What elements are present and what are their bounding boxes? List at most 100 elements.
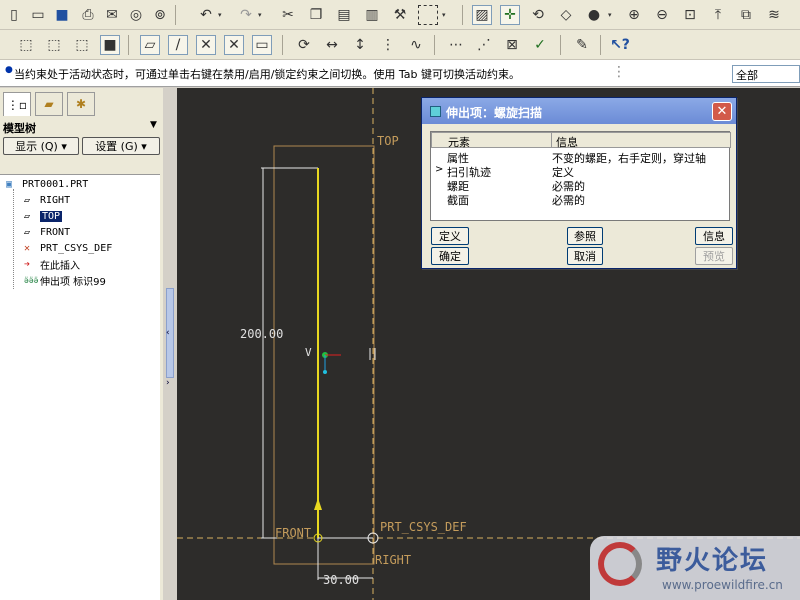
saved-view-icon[interactable]: ◇ <box>556 5 576 25</box>
message-bullet-icon: ● <box>5 65 13 75</box>
relation-icon[interactable]: ⋰ <box>474 35 494 55</box>
element-table: 元素 信息 属性 不变的螺距，右手定则，穿过轴 > 扫引轨迹 定义 螺距 必需的… <box>430 131 731 221</box>
shade-dropdown-icon[interactable]: ▾ <box>608 11 612 19</box>
favorites-icon: ✱ <box>75 97 87 111</box>
message-text: 当约束处于活动状态时，可通过单击右键在禁用/启用/锁定约束之间切换。使用 Tab… <box>14 68 521 81</box>
dimension-200-value[interactable]: 200.00 <box>240 327 283 341</box>
info-button[interactable]: 信息 <box>695 227 733 245</box>
redo-dropdown-icon[interactable]: ▾ <box>258 11 262 19</box>
model-tree-label: 模型树 <box>3 122 36 135</box>
display-icon[interactable]: ⊚ <box>150 5 170 25</box>
table-row[interactable]: 属性 不变的螺距，右手定则，穿过轴 <box>431 150 731 165</box>
regenerate-icon[interactable]: ⚒ <box>390 5 410 25</box>
datum-axis-icon[interactable]: / <box>168 35 188 55</box>
sketch-tool-icon[interactable]: ✎ <box>572 35 592 55</box>
layer-stack-icon[interactable]: ≋ <box>764 5 784 25</box>
tree-item-part[interactable]: ▣ PRT0001.PRT <box>6 177 88 192</box>
checkbox-icon[interactable]: ✓ <box>530 35 550 55</box>
select-dropdown-icon[interactable]: ▾ <box>442 11 446 19</box>
erase-icon[interactable]: ◎ <box>126 5 146 25</box>
collapse-arrow-icon[interactable]: ‹ <box>166 328 170 338</box>
grid-icon[interactable]: ⋯ <box>446 35 466 55</box>
no-hidden-icon[interactable]: ⬚ <box>72 35 92 55</box>
annotation-icon[interactable]: ▭ <box>252 35 272 55</box>
redo-icon[interactable]: ↷ <box>236 5 256 25</box>
message-bar: ● 当约束处于活动状态时，可通过单击右键在禁用/启用/锁定约束之间切换。使用 T… <box>0 60 800 87</box>
save-icon[interactable]: ■ <box>52 5 72 25</box>
annotation-element-icon[interactable]: ↕ <box>350 35 370 55</box>
shade-icon[interactable]: ● <box>584 5 604 25</box>
ok-button[interactable]: 确定 <box>431 247 469 265</box>
undo-icon[interactable]: ↶ <box>196 5 216 25</box>
new-icon[interactable]: ▯ <box>4 5 24 25</box>
dimension-30-value[interactable]: 30.00 <box>323 573 359 587</box>
csys-label: PRT_CSYS_DEF <box>380 520 467 534</box>
wireframe-icon[interactable]: ⬚ <box>16 35 36 55</box>
zoom-in-icon[interactable]: ⊕ <box>624 5 644 25</box>
hidden-line-icon[interactable]: ⬚ <box>44 35 64 55</box>
expand-arrow-icon[interactable]: › <box>166 378 170 388</box>
settings-button[interactable]: 设置 (G) ▾ <box>82 137 160 155</box>
show-button[interactable]: 显示 (Q) ▾ <box>3 137 79 155</box>
undo-dropdown-icon[interactable]: ▾ <box>218 11 222 19</box>
constraint-icon[interactable]: ⊠ <box>502 35 522 55</box>
layers-icon[interactable]: ⧉ <box>736 5 756 25</box>
open-icon[interactable]: ▭ <box>28 5 48 25</box>
table-row[interactable]: > 扫引轨迹 定义 <box>431 164 731 179</box>
repaint-icon[interactable]: ▨ <box>472 5 492 25</box>
refit-icon[interactable]: ⊡ <box>680 5 700 25</box>
tab-model-tree[interactable]: ⋮▫ <box>3 92 31 116</box>
top-plane-label: TOP <box>377 134 399 148</box>
table-row[interactable]: 截面 必需的 <box>431 192 731 207</box>
tree-item-csys[interactable]: ✕ PRT_CSYS_DEF <box>24 241 112 256</box>
table-row[interactable]: 螺距 必需的 <box>431 178 731 193</box>
column-header-info: 信息 <box>551 132 731 149</box>
datum-plane-icon: ▱ <box>24 195 31 206</box>
protrusion-icon: ӛӛӛ <box>24 276 39 285</box>
coord-sys-icon[interactable]: ✕ <box>224 35 244 55</box>
front-plane-label: FRONT <box>275 526 312 540</box>
spin-center-icon[interactable]: ✛ <box>500 5 520 25</box>
send-icon[interactable]: ✉ <box>102 5 122 25</box>
panel-splitter[interactable]: ‹ › <box>163 88 177 600</box>
datum-point-icon[interactable]: ✕ <box>196 35 216 55</box>
copy-icon[interactable]: ❐ <box>306 5 326 25</box>
tree-item-front[interactable]: ▱ FRONT <box>24 225 70 240</box>
part-icon: ▣ <box>6 179 13 190</box>
tree-item-right[interactable]: ▱ RIGHT <box>24 193 70 208</box>
tree-item-insert-here[interactable]: ➔ 在此插入 <box>24 257 80 272</box>
dialog-titlebar[interactable]: 伸出项：螺旋扫描 ✕ <box>422 98 736 124</box>
orient-icon[interactable]: ⟲ <box>528 5 548 25</box>
filter-select[interactable]: 全部 <box>732 65 800 83</box>
tab-folder-browser[interactable]: ▰ <box>35 92 63 116</box>
folder-icon: ▰ <box>44 97 54 111</box>
shading-icon[interactable]: ■ <box>100 35 120 55</box>
curve-icon[interactable]: ∿ <box>406 35 426 55</box>
zoom-out-icon[interactable]: ⊖ <box>652 5 672 25</box>
column-header-element: 元素 <box>431 132 552 149</box>
close-icon[interactable]: ✕ <box>712 102 732 121</box>
whats-this-icon[interactable]: ↖? <box>610 35 630 55</box>
preview-button[interactable]: 预览 <box>695 247 733 265</box>
define-button[interactable]: 定义 <box>431 227 469 245</box>
dimension-icon[interactable]: ↔ <box>322 35 342 55</box>
cancel-button[interactable]: 取消 <box>567 247 603 265</box>
direction-arrow <box>314 498 322 510</box>
paste-special-icon[interactable]: ▥ <box>362 5 382 25</box>
navigator-panel: ⋮▫ ▰ ✱ 模型树 ▼ 显示 (Q) ▾ 设置 (G) ▾ ▣ PRT0001… <box>0 88 163 600</box>
view-manager-icon[interactable]: ⤒ <box>708 5 728 25</box>
paste-icon[interactable]: ▤ <box>334 5 354 25</box>
select-box-icon[interactable] <box>418 5 438 25</box>
tree-item-top[interactable]: ▱ TOP <box>24 209 63 224</box>
reference-button[interactable]: 参照 <box>567 227 603 245</box>
tree-menu-dropdown-icon[interactable]: ▼ <box>150 120 157 130</box>
rotate-icon[interactable]: ⟳ <box>294 35 314 55</box>
tab-favorites[interactable]: ✱ <box>67 92 95 116</box>
cut-icon[interactable]: ✂ <box>278 5 298 25</box>
print-icon[interactable]: ⎙ <box>78 5 98 25</box>
datum-display-icon[interactable]: ⋮ <box>378 35 398 55</box>
watermark-url: www.proewildfire.cn <box>662 578 783 592</box>
insert-here-icon: ➔ <box>24 259 31 270</box>
tree-item-protrusion[interactable]: ӛӛӛ 伸出项 标识99 <box>24 273 106 288</box>
datum-plane-icon[interactable]: ▱ <box>140 35 160 55</box>
